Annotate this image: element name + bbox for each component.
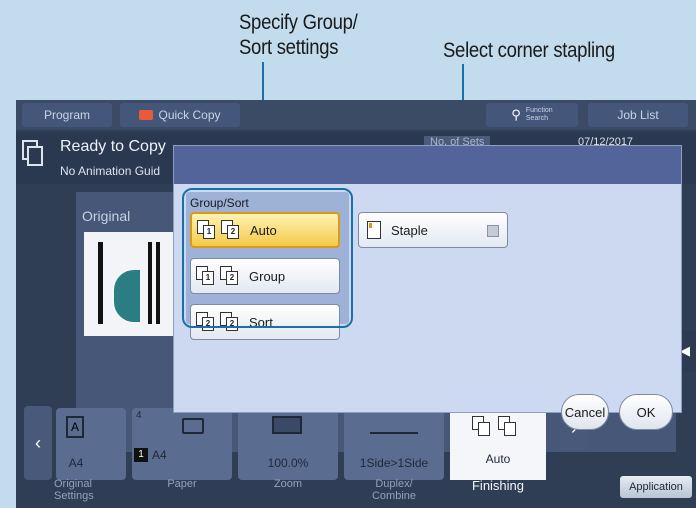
tile-zoom[interactable]: 100.0% bbox=[238, 408, 338, 480]
original-preview bbox=[84, 232, 174, 336]
tile-duplex[interactable]: 1Side>1Side bbox=[344, 408, 444, 480]
job-list-button[interactable]: Job List bbox=[588, 103, 688, 127]
staple-checkbox[interactable] bbox=[487, 225, 499, 237]
callout-staple: Select corner stapling bbox=[443, 38, 672, 63]
original-label: Original bbox=[82, 208, 131, 224]
group-sort-highlight bbox=[182, 188, 353, 328]
caption-duplex-line2: Combine bbox=[371, 490, 417, 502]
ok-button[interactable]: OK bbox=[619, 394, 673, 430]
original-size-value: A4 bbox=[68, 456, 84, 470]
cancel-button[interactable]: Cancel bbox=[561, 394, 609, 430]
job-list-label: Job List bbox=[617, 108, 659, 122]
tile-finishing[interactable]: Auto bbox=[450, 408, 546, 480]
tile-original-settings[interactable]: A A4 bbox=[56, 408, 126, 480]
caption-original-line1: Original bbox=[54, 478, 92, 490]
search-icon: ⚲ bbox=[511, 107, 521, 122]
corner-staple-icon bbox=[367, 221, 381, 239]
quick-copy-button[interactable]: Quick Copy bbox=[120, 103, 240, 127]
duplex-icon bbox=[370, 416, 418, 434]
callout-staple-text: Select corner stapling bbox=[443, 39, 615, 62]
caption-duplex: Duplex/ Combine bbox=[344, 478, 444, 502]
callout-group-sort: Specify Group/ Sort settings bbox=[239, 10, 397, 60]
staple-button[interactable]: Staple bbox=[358, 212, 508, 248]
duplex-value: 1Side>1Side bbox=[359, 456, 429, 470]
function-search-label-1: Function bbox=[525, 107, 553, 114]
paper-tray-badge: 1 bbox=[134, 448, 148, 462]
program-button[interactable]: Program bbox=[22, 103, 112, 127]
callout-group-sort-line1: Specify Group/ bbox=[239, 11, 358, 34]
caption-paper: Paper bbox=[167, 478, 197, 490]
quick-copy-icon bbox=[139, 110, 154, 120]
staple-label: Staple bbox=[391, 222, 428, 238]
scroll-left-button[interactable]: ‹ bbox=[24, 406, 52, 480]
zoom-icon bbox=[272, 416, 302, 434]
callout-group-sort-line2: Sort settings bbox=[239, 36, 339, 59]
finishing-value: Auto bbox=[485, 452, 511, 466]
program-label: Program bbox=[43, 108, 90, 122]
application-button[interactable]: Application bbox=[620, 476, 692, 498]
caption-original-settings: Original Settings bbox=[54, 478, 114, 502]
quick-copy-label: Quick Copy bbox=[158, 108, 221, 122]
zoom-value: 100.0% bbox=[267, 456, 309, 470]
original-size-icon: A bbox=[66, 416, 84, 438]
animation-guide-text: No Animation Guid bbox=[60, 164, 161, 178]
chevron-left-icon: ‹ bbox=[35, 432, 41, 453]
paper-count: 4 bbox=[136, 410, 142, 421]
copy-icon bbox=[22, 140, 44, 168]
function-search-button[interactable]: ⚲ Function Search bbox=[486, 103, 578, 127]
tile-paper[interactable]: 4 1 A4 bbox=[132, 408, 232, 480]
caption-original-line2: Settings bbox=[54, 490, 94, 502]
dialog-header bbox=[174, 146, 681, 184]
finishing-icon bbox=[472, 416, 526, 440]
function-search-label-2: Search bbox=[525, 115, 549, 122]
ready-status: Ready to Copy bbox=[60, 138, 166, 155]
paper-size-value: A4 bbox=[152, 448, 167, 462]
caption-finishing: Finishing bbox=[471, 478, 525, 493]
caption-zoom: Zoom bbox=[273, 478, 303, 490]
caption-duplex-line1: Duplex/ bbox=[375, 478, 413, 490]
paper-icon bbox=[182, 418, 204, 434]
